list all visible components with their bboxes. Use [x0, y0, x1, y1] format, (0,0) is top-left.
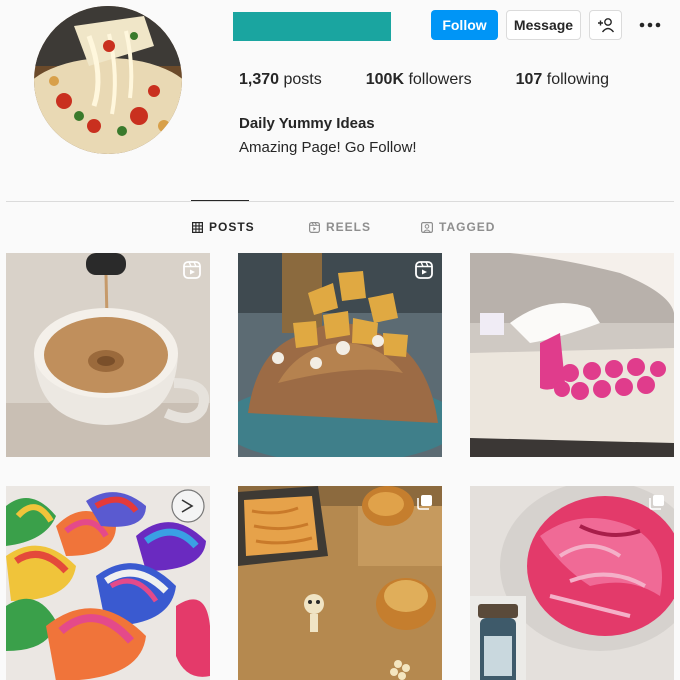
multi-post-icon	[649, 495, 664, 510]
reels-icon	[309, 221, 320, 233]
coffee-cup-photo	[6, 253, 210, 457]
following-label: following	[546, 71, 610, 88]
username-redacted	[233, 12, 391, 41]
posts-count: 1,370	[239, 71, 280, 88]
profile-avatar[interactable]	[34, 6, 182, 154]
tabs-divider	[6, 201, 674, 202]
followers-count: 100K	[365, 71, 404, 88]
more-dots-icon	[639, 22, 661, 28]
posts-label: posts	[283, 71, 322, 88]
message-button[interactable]: Message	[506, 10, 581, 40]
tab-posts[interactable]: POSTS	[192, 220, 255, 234]
profile-full-name: Daily Yummy Ideas	[239, 115, 375, 132]
post-tile-macarons[interactable]	[470, 253, 674, 457]
reel-icon	[183, 261, 201, 279]
followers-label: followers	[408, 71, 472, 88]
rainbow-meringues-photo	[6, 486, 210, 680]
tagged-icon	[421, 221, 433, 233]
posts-stat: 1,370 posts	[239, 71, 322, 89]
tab-posts-label: POSTS	[209, 220, 255, 234]
multi-post-icon	[417, 495, 432, 510]
pink-macarons-photo	[470, 253, 674, 457]
reel-badge	[415, 261, 433, 284]
more-options-button[interactable]	[636, 10, 664, 40]
follow-button[interactable]: Follow	[431, 10, 498, 40]
followers-stat[interactable]: 100K followers	[366, 71, 472, 89]
post-tile-madeleines[interactable]	[238, 486, 442, 680]
pizza-photo	[34, 6, 182, 154]
post-tile-cornflake[interactable]	[238, 253, 442, 457]
following-stat[interactable]: 107 following	[516, 71, 609, 89]
madeleines-photo	[238, 486, 442, 680]
profile-bio: Amazing Page! Go Follow!	[239, 139, 417, 156]
multi-post-badge	[417, 494, 433, 515]
tab-tagged[interactable]: TAGGED	[421, 220, 495, 234]
grid-icon	[192, 221, 203, 233]
cornflake-chocolate-photo	[238, 253, 442, 457]
tab-reels-label: REELS	[326, 220, 372, 234]
pink-frosting-bowl-photo	[470, 486, 674, 680]
post-tile-meringues[interactable]	[6, 486, 210, 680]
profile-stats: 1,370 posts 100K followers 107 following	[239, 71, 653, 89]
suggested-accounts-button[interactable]	[589, 10, 622, 40]
reel-icon	[415, 261, 433, 279]
multi-post-badge	[649, 494, 665, 515]
active-tab-indicator	[191, 200, 249, 201]
post-tile-frosting[interactable]	[470, 486, 674, 680]
person-plus-icon	[597, 18, 614, 33]
following-count: 107	[515, 71, 543, 88]
post-tile-coffee[interactable]	[6, 253, 210, 457]
tab-reels[interactable]: REELS	[309, 220, 371, 234]
reel-badge	[183, 261, 201, 284]
tab-tagged-label: TAGGED	[439, 220, 496, 234]
